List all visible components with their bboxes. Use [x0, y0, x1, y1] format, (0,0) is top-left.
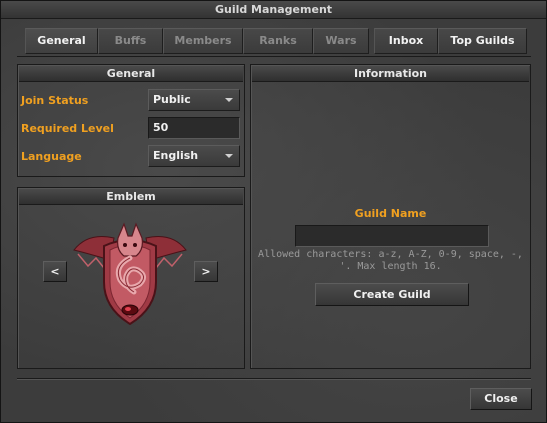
join-status-select[interactable]: Public	[148, 89, 240, 111]
join-status-label: Join Status	[21, 94, 89, 107]
required-level-label: Required Level	[21, 122, 114, 135]
guild-management-window: Guild Management General Buffs Members R…	[0, 0, 547, 423]
emblem-next-button[interactable]: >	[194, 261, 218, 282]
language-value: English	[153, 149, 199, 162]
window-title: Guild Management	[1, 1, 546, 19]
dragon-shield-emblem-icon	[73, 222, 187, 326]
information-panel-header: Information	[252, 66, 529, 82]
tab-wars[interactable]: Wars	[313, 28, 369, 54]
language-select[interactable]: English	[148, 145, 240, 167]
language-label: Language	[21, 150, 82, 163]
emblem-panel-header: Emblem	[19, 189, 243, 205]
tab-bar: General Buffs Members Ranks Wars Inbox T…	[17, 26, 531, 57]
guild-name-input[interactable]	[295, 225, 489, 247]
tab-inbox[interactable]: Inbox	[374, 28, 438, 54]
guild-name-label: Guild Name	[354, 207, 427, 220]
create-guild-button[interactable]: Create Guild	[315, 283, 469, 306]
emblem-prev-button[interactable]: <	[43, 261, 67, 282]
emblem-panel: Emblem < >	[17, 187, 245, 369]
general-panel-header: General	[19, 66, 243, 82]
tab-ranks[interactable]: Ranks	[243, 28, 313, 54]
required-level-input[interactable]: 50	[148, 117, 240, 139]
join-status-value: Public	[153, 93, 191, 106]
tab-members[interactable]: Members	[163, 28, 243, 54]
general-panel: General Join Status Public Required Leve…	[17, 64, 245, 177]
chevron-down-icon	[225, 154, 233, 158]
tab-general[interactable]: General	[25, 28, 98, 54]
chevron-down-icon	[225, 98, 233, 102]
guild-name-hint-line1: Allowed characters: a-z, A-Z, 0-9, space…	[258, 249, 523, 260]
footer-divider	[17, 378, 531, 380]
tab-top-guilds[interactable]: Top Guilds	[438, 28, 527, 54]
tab-buffs[interactable]: Buffs	[98, 28, 163, 54]
close-button[interactable]: Close	[470, 388, 532, 410]
information-panel: Information Guild Name Allowed character…	[250, 64, 531, 369]
guild-name-hint-line2: '. Max length 16.	[339, 261, 442, 272]
